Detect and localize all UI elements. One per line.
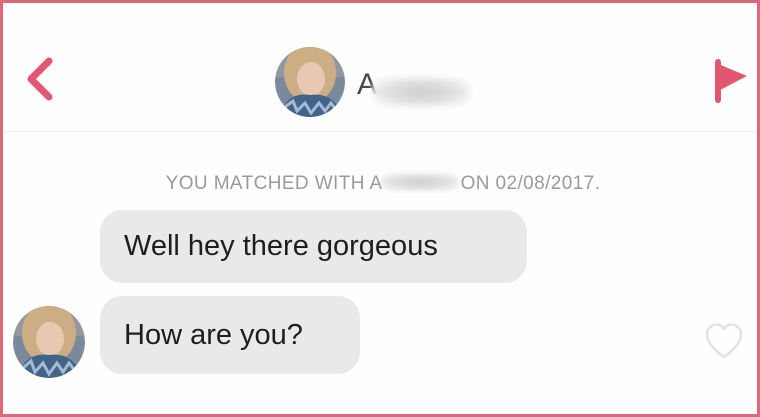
match-notice: YOU MATCHED WITH A ON 02/08/2017. (3, 173, 757, 195)
message-text: Well hey there gorgeous (124, 230, 438, 262)
avatar-image (275, 47, 345, 117)
chat-screen: A YOU MATCHED WITH A ON 02/08/2017. Well … (0, 0, 760, 417)
match-name[interactable]: A (357, 67, 470, 107)
match-avatar[interactable] (275, 47, 345, 117)
chat-header: A (3, 3, 757, 132)
heart-outline-icon (705, 323, 743, 359)
match-notice-suffix: ON 02/08/2017. (460, 173, 601, 194)
chevron-left-icon (27, 57, 53, 101)
message-bubble[interactable]: How are you? (100, 296, 360, 374)
match-notice-prefix: YOU MATCHED WITH A (165, 173, 383, 194)
like-message-button[interactable] (703, 321, 745, 361)
match-notice-redaction (380, 173, 459, 191)
report-button[interactable] (707, 57, 751, 105)
avatar-image (13, 306, 85, 378)
flag-icon (715, 59, 747, 103)
back-button[interactable] (21, 55, 57, 103)
message-text: How are you? (124, 318, 303, 351)
sender-avatar[interactable] (13, 306, 85, 378)
message-bubble[interactable]: Well hey there gorgeous (100, 210, 527, 283)
name-redaction (371, 77, 470, 107)
